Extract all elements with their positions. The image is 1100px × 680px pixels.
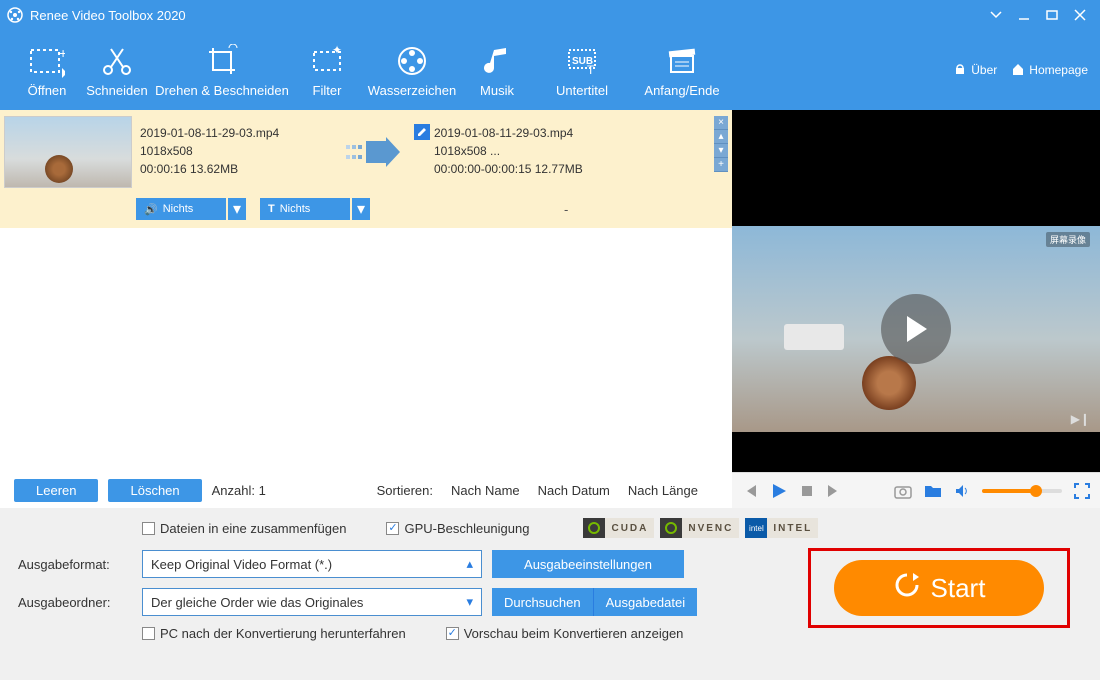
next-icon[interactable]	[826, 483, 842, 499]
dropdown-icon[interactable]	[982, 1, 1010, 29]
move-down-icon[interactable]: ▾	[714, 144, 728, 158]
stop-icon[interactable]	[800, 484, 814, 498]
output-format-label: Ausgabeformat:	[18, 557, 132, 572]
watermark-button[interactable]: Wasserzeichen	[362, 30, 462, 110]
add-file-icon[interactable]: +	[714, 158, 728, 172]
title-bar: Renee Video Toolbox 2020	[0, 0, 1100, 30]
film-reel-icon	[394, 43, 430, 79]
app-logo-icon	[6, 6, 24, 24]
svg-text:✦: ✦	[332, 44, 342, 57]
output-file-button[interactable]: Ausgabedatei	[594, 588, 698, 616]
play-button[interactable]	[881, 294, 951, 364]
browse-button[interactable]: Durchsuchen	[492, 588, 594, 616]
cut-button[interactable]: Schneiden	[82, 30, 152, 110]
output-settings-button[interactable]: Ausgabeeinstellungen	[492, 550, 684, 578]
preview-panel: 屏幕录像 ▶❙	[732, 110, 1100, 472]
output-panel: Dateien in eine zusammenfügen GPU-Beschl…	[0, 508, 1100, 680]
about-link[interactable]: Über	[953, 62, 997, 79]
subtitle-icon: SUBT	[564, 43, 600, 79]
minimize-icon[interactable]	[1010, 1, 1038, 29]
merge-checkbox[interactable]: Dateien in eine zusammenfügen	[142, 521, 346, 536]
close-icon[interactable]	[1066, 1, 1094, 29]
sort-by-name[interactable]: Nach Name	[451, 483, 520, 498]
chevron-down-icon: ▾	[228, 198, 246, 220]
svg-text:+: +	[59, 45, 65, 61]
edit-icon[interactable]	[414, 124, 430, 140]
audio-dropdown[interactable]: 🔊Nichts ▾	[136, 198, 246, 220]
rotate-crop-label: Drehen & Beschneiden	[155, 83, 289, 98]
preview-convert-checkbox[interactable]: Vorschau beim Konvertieren anzeigen	[446, 626, 684, 641]
fullscreen-icon[interactable]	[1074, 483, 1090, 499]
preview-image: 屏幕录像 ▶❙	[732, 226, 1100, 432]
file-list: 2019-01-08-11-29-03.mp4 1018x508 00:00:1…	[0, 110, 732, 472]
volume-icon[interactable]	[954, 483, 970, 499]
subtitle-label: Untertitel	[556, 83, 608, 98]
chevron-down-icon: ▾	[352, 198, 370, 220]
speaker-icon: 🔊	[144, 203, 158, 216]
crop-icon	[204, 43, 240, 79]
music-note-icon	[479, 43, 515, 79]
delete-button[interactable]: Löschen	[108, 479, 201, 502]
start-end-button[interactable]: Anfang/Ende	[632, 30, 732, 110]
dash-placeholder: -	[564, 202, 568, 217]
cut-label: Schneiden	[86, 83, 147, 98]
refresh-icon	[893, 571, 921, 606]
snapshot-icon[interactable]	[894, 483, 912, 499]
folder-icon[interactable]	[924, 483, 942, 499]
prev-icon[interactable]	[742, 483, 758, 499]
filmstrip-sparkle-icon: ✦	[309, 43, 345, 79]
app-title: Renee Video Toolbox 2020	[30, 8, 982, 23]
file-row[interactable]: 2019-01-08-11-29-03.mp4 1018x508 00:00:1…	[0, 110, 732, 194]
start-end-label: Anfang/Ende	[644, 83, 719, 98]
maximize-icon[interactable]	[1038, 1, 1066, 29]
scissors-icon	[99, 43, 135, 79]
rotate-crop-button[interactable]: Drehen & Beschneiden	[152, 30, 292, 110]
input-file-info: 2019-01-08-11-29-03.mp4 1018x508 00:00:1…	[140, 116, 330, 188]
output-format-select[interactable]: Keep Original Video Format (*.) ▴	[142, 550, 482, 578]
output-folder-select[interactable]: Der gleiche Order wie das Originales ▾	[142, 588, 482, 616]
lock-icon	[953, 62, 967, 79]
arrow-icon	[338, 116, 406, 188]
file-row-options: 🔊Nichts ▾ TNichts ▾ -	[0, 194, 732, 228]
clear-button[interactable]: Leeren	[14, 479, 98, 502]
music-button[interactable]: Musik	[462, 30, 532, 110]
list-control-bar: Leeren Löschen Anzahl: 1 Sortieren: Nach…	[0, 472, 732, 508]
start-button[interactable]: Start	[834, 560, 1044, 616]
homepage-link[interactable]: Homepage	[1011, 62, 1088, 79]
svg-text:T: T	[587, 63, 595, 77]
filmstrip-plus-icon: +	[29, 43, 65, 79]
filter-label: Filter	[313, 83, 342, 98]
watermark-badge: 屏幕录像	[1046, 232, 1090, 247]
chevron-down-icon: ▾	[466, 594, 473, 610]
sort-by-length[interactable]: Nach Länge	[628, 483, 698, 498]
play-icon[interactable]	[770, 482, 788, 500]
remove-file-icon[interactable]: ×	[714, 116, 728, 130]
gpu-checkbox[interactable]: GPU-Beschleunigung	[386, 521, 529, 536]
music-label: Musik	[480, 83, 514, 98]
player-controls	[732, 472, 1100, 508]
open-button[interactable]: + Öffnen	[12, 30, 82, 110]
text-icon: T	[268, 203, 275, 215]
output-folder-label: Ausgabeordner:	[18, 595, 132, 610]
start-highlight-box: Start	[808, 548, 1070, 628]
filter-button[interactable]: ✦ Filter	[292, 30, 362, 110]
sort-label: Sortieren:	[377, 483, 433, 498]
text-dropdown[interactable]: TNichts ▾	[260, 198, 370, 220]
watermark-label: Wasserzeichen	[368, 83, 456, 98]
home-icon	[1011, 62, 1025, 79]
sort-by-date[interactable]: Nach Datum	[538, 483, 610, 498]
output-file-info: 2019-01-08-11-29-03.mp4 1018x508 ... 00:…	[414, 116, 644, 188]
move-up-icon[interactable]: ▴	[714, 130, 728, 144]
subtitle-button[interactable]: SUBT Untertitel	[532, 30, 632, 110]
toolbar: + Öffnen Schneiden Drehen & Beschneiden …	[0, 30, 1100, 110]
input-thumbnail	[4, 116, 132, 188]
volume-slider[interactable]	[982, 489, 1062, 493]
clip-icon: ▶❙	[1071, 412, 1090, 426]
shutdown-checkbox[interactable]: PC nach der Konvertierung herunterfahren	[142, 626, 406, 641]
gpu-badges: CUDA NVENC intelINTEL	[583, 518, 818, 538]
chevron-up-icon: ▴	[466, 556, 473, 572]
slate-icon	[664, 43, 700, 79]
open-label: Öffnen	[28, 83, 67, 98]
count-label: Anzahl: 1	[212, 483, 266, 498]
